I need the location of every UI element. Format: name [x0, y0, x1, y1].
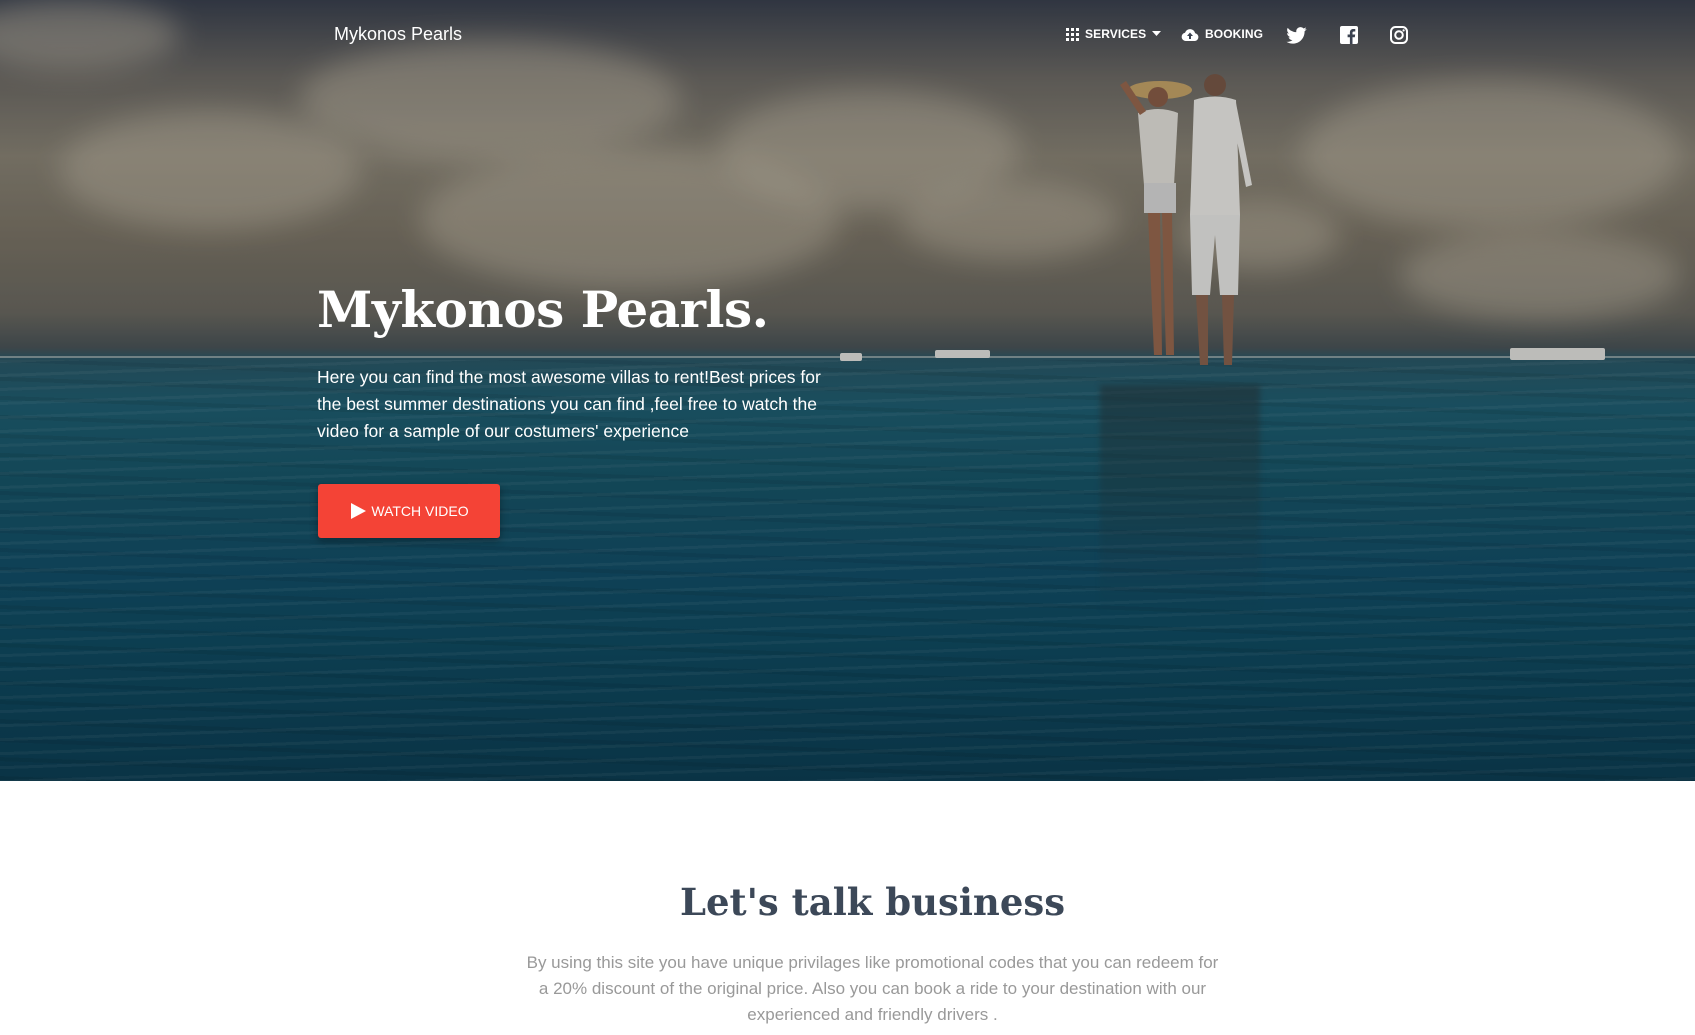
services-dropdown[interactable]: Services: [1066, 27, 1162, 41]
business-section-text: By using this site you have unique privi…: [526, 953, 1219, 1024]
twitter-link[interactable]: [1285, 24, 1307, 46]
watch-video-button[interactable]: Watch video: [318, 484, 500, 538]
hero-title: Mykonos Pearls.: [317, 280, 769, 339]
instagram-link[interactable]: [1388, 24, 1410, 46]
booking-label: Booking: [1205, 27, 1264, 41]
facebook-icon: [1340, 26, 1358, 44]
booking-link[interactable]: Booking: [1181, 27, 1263, 41]
top-navbar: Mykonos Pearls Services Booking: [0, 0, 1695, 72]
brand-link[interactable]: Mykonos Pearls: [334, 24, 462, 45]
play-icon: [351, 503, 367, 519]
instagram-icon: [1390, 26, 1408, 44]
facebook-link[interactable]: [1338, 24, 1360, 46]
business-section-title: Let's talk business: [679, 880, 1066, 924]
hero-section: [0, 0, 1695, 781]
hero-description: Here you can find the most awesome villa…: [317, 367, 821, 441]
services-label: Services: [1085, 27, 1147, 41]
cloud-upload-icon: [1181, 28, 1199, 41]
apps-icon: [1066, 27, 1079, 41]
twitter-icon: [1285, 26, 1307, 44]
caret-down-icon: [1152, 31, 1162, 36]
watch-video-label: Watch video: [371, 503, 469, 519]
